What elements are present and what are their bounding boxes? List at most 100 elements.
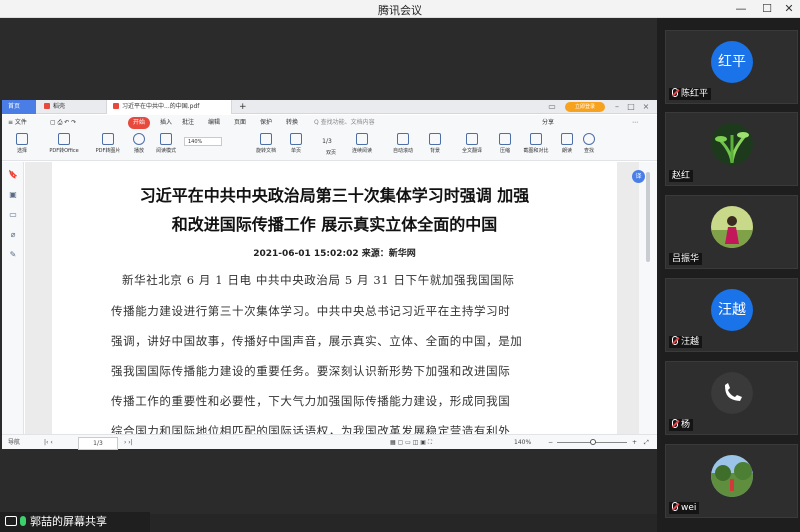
vertical-scrollbar[interactable] bbox=[639, 162, 657, 434]
doc-title-line-2: 和改进国际传播工作 展示真实立体全面的中国 bbox=[171, 215, 498, 234]
menu-protect[interactable]: 保护 bbox=[260, 117, 272, 129]
share-button[interactable]: 分享 bbox=[542, 117, 554, 129]
view-mode-icons[interactable]: ▦ ▢ ▭ ◫ ▣ ⛶ bbox=[390, 437, 432, 448]
participants-panel: 红平 陈红平 赵红 吕振华 汪越 汪越 杨 wei bbox=[657, 18, 800, 532]
zoom-select[interactable]: 140% bbox=[184, 137, 222, 146]
quick-access-icons[interactable]: ▢ ⎙ ↶ ↷ bbox=[50, 117, 76, 129]
app-title-bar: 腾讯会议 — ☐ ✕ bbox=[0, 0, 800, 18]
first-page-icon[interactable]: |‹ ‹ bbox=[44, 437, 53, 448]
tab-docer-label: 稻壳 bbox=[53, 103, 66, 110]
doc-paragraph-line: 新华社北京 6 月 1 日电 中共中央政治局 5 月 31 日下午就加强我国国际 bbox=[122, 273, 515, 287]
participant-name-tag: 汪越 bbox=[669, 336, 703, 348]
tool-pdf-to-office[interactable]: PDF转Office bbox=[42, 133, 86, 159]
translate-icon bbox=[466, 133, 478, 145]
avatar: 红平 bbox=[711, 41, 753, 83]
tool-background[interactable]: 背景 bbox=[424, 133, 446, 159]
signature-icon[interactable]: ✎ bbox=[8, 250, 18, 260]
menu-annotate[interactable]: 批注 bbox=[182, 117, 194, 129]
search-function-input[interactable]: Q 查找功能、文档内容 bbox=[314, 117, 375, 129]
menu-file[interactable]: ≡ 文件 bbox=[8, 117, 27, 129]
participant-tile[interactable]: 杨 bbox=[665, 361, 798, 435]
bookmark-icon[interactable]: 🔖 bbox=[8, 170, 18, 180]
avatar bbox=[711, 123, 753, 165]
doc-paragraph-line: 强调，讲好中国故事，传播好中国声音，展示真实、立体、全面的中国，是加 bbox=[111, 334, 523, 348]
wps-menu-bar: ≡ 文件 ▢ ⎙ ↶ ↷ 开始 插入 批注 编辑 页面 保护 转换 Q 查找功能… bbox=[2, 115, 657, 131]
fit-window-icon[interactable]: ⤢ bbox=[644, 437, 649, 448]
close-icon[interactable]: ✕ bbox=[778, 0, 800, 18]
next-page-icon[interactable]: › ›| bbox=[124, 437, 133, 448]
comment-icon[interactable]: ▭ bbox=[8, 210, 18, 220]
screen-share-indicator[interactable]: 郭喆的屏幕共享 bbox=[0, 512, 150, 532]
tool-single-page[interactable]: 单页 bbox=[286, 133, 306, 159]
tool-screenshot-compare[interactable]: 截图和对比 bbox=[518, 133, 554, 159]
tool-compress[interactable]: 压缩 bbox=[494, 133, 516, 159]
tool-read-mode[interactable]: 阅读模式 bbox=[150, 133, 182, 159]
tool-pdf-to-image[interactable]: PDF转图片 bbox=[90, 133, 126, 159]
window-layout-icon[interactable]: ▭ bbox=[547, 102, 557, 112]
new-tab-button[interactable]: + bbox=[236, 100, 250, 114]
participant-name: 陈红平 bbox=[681, 89, 709, 99]
doc-meta: 2021-06-01 15:02:02 来源：新华网 bbox=[253, 249, 416, 259]
thumbnail-icon[interactable]: ▣ bbox=[8, 190, 18, 200]
palette-icon bbox=[429, 133, 441, 145]
avatar bbox=[711, 206, 753, 248]
participant-name-tag: 陈红平 bbox=[669, 88, 712, 100]
scroll-thumb[interactable] bbox=[646, 172, 650, 262]
menu-insert[interactable]: 插入 bbox=[160, 117, 172, 129]
mic-active-icon bbox=[20, 516, 26, 526]
tool-continuous[interactable]: 连续阅读 bbox=[344, 133, 380, 159]
menu-start[interactable]: 开始 bbox=[128, 117, 151, 129]
pdf-side-panel: 🔖 ▣ ▭ ⌀ ✎ bbox=[2, 162, 24, 434]
participant-tile[interactable]: 吕振华 bbox=[665, 195, 798, 269]
participant-name: 吕振华 bbox=[672, 254, 700, 264]
screenshot-icon bbox=[530, 133, 542, 145]
attachment-icon[interactable]: ⌀ bbox=[8, 230, 18, 240]
participant-tile[interactable]: 赵红 bbox=[665, 112, 798, 186]
toolbar-page-indicator[interactable]: 1/3 bbox=[307, 137, 347, 146]
maximize-icon[interactable]: □ bbox=[626, 102, 636, 112]
minimize-icon[interactable]: – bbox=[612, 102, 622, 112]
single-page-icon bbox=[290, 133, 302, 145]
zoom-in-button[interactable]: + bbox=[632, 437, 637, 448]
docer-icon bbox=[44, 103, 50, 109]
wps-tab-bar: 首页 稻壳 习近平在中共中...的中国.pdf + ▭ 立即登录 – □ × bbox=[2, 100, 657, 114]
doc-paragraph-line: 传播能力建设进行第三十次集体学习。中共中央总书记习近平在主持学习时 bbox=[111, 304, 511, 318]
menu-convert[interactable]: 转换 bbox=[286, 117, 298, 129]
participant-tile[interactable]: wei bbox=[665, 444, 798, 518]
screen-share-label: 郭喆的屏幕共享 bbox=[30, 515, 107, 528]
tool-translate[interactable]: 全文翻译 bbox=[454, 133, 490, 159]
wps-ribbon-toolbar: 选择 PDF转Office PDF转图片 播放 阅读模式 140% 旋转文档 单… bbox=[2, 131, 657, 161]
more-menu-button[interactable]: ⋯ bbox=[632, 117, 638, 129]
document-viewport[interactable]: 习近平在中共中央政治局第三十次集体学习时强调 加强 和改进国际传播工作 展示真实… bbox=[25, 162, 639, 434]
avatar bbox=[711, 455, 753, 497]
status-page-input[interactable]: 1/3 bbox=[78, 437, 118, 450]
menu-edit[interactable]: 编辑 bbox=[208, 117, 220, 129]
zoom-slider-handle[interactable] bbox=[590, 439, 596, 445]
translate-float-icon[interactable]: 译 bbox=[632, 170, 645, 183]
tab-home[interactable]: 首页 bbox=[2, 100, 36, 114]
minimize-icon[interactable]: — bbox=[730, 0, 752, 18]
tool-rotate[interactable]: 旋转文档 bbox=[250, 133, 282, 159]
tool-find[interactable]: 查找 bbox=[578, 133, 600, 159]
zoom-out-button[interactable]: − bbox=[548, 437, 553, 448]
participant-tile[interactable]: 红平 陈红平 bbox=[665, 30, 798, 104]
pdf-icon bbox=[113, 103, 119, 109]
close-icon[interactable]: × bbox=[641, 102, 651, 112]
participant-name-tag: wei bbox=[669, 502, 700, 514]
nav-toggle[interactable]: 导航 bbox=[8, 437, 20, 448]
tool-auto-scroll[interactable]: 自动滚动 bbox=[386, 133, 420, 159]
tool-select[interactable]: 选择 bbox=[8, 133, 36, 159]
participant-tile[interactable]: 汪越 汪越 bbox=[665, 278, 798, 352]
participant-name: 杨 bbox=[681, 420, 691, 430]
tab-docer[interactable]: 稻壳 bbox=[38, 100, 102, 114]
status-zoom[interactable]: 140% bbox=[514, 437, 531, 448]
login-button[interactable]: 立即登录 bbox=[565, 102, 605, 112]
tool-read-aloud[interactable]: 朗读 bbox=[556, 133, 578, 159]
maximize-icon[interactable]: ☐ bbox=[756, 0, 778, 18]
tab-pdf-document[interactable]: 习近平在中共中...的中国.pdf bbox=[106, 100, 232, 114]
menu-page[interactable]: 页面 bbox=[234, 117, 246, 129]
play-icon bbox=[133, 133, 145, 145]
participant-name-tag: 杨 bbox=[669, 419, 694, 431]
tool-play[interactable]: 播放 bbox=[128, 133, 150, 159]
image-icon bbox=[102, 133, 114, 145]
